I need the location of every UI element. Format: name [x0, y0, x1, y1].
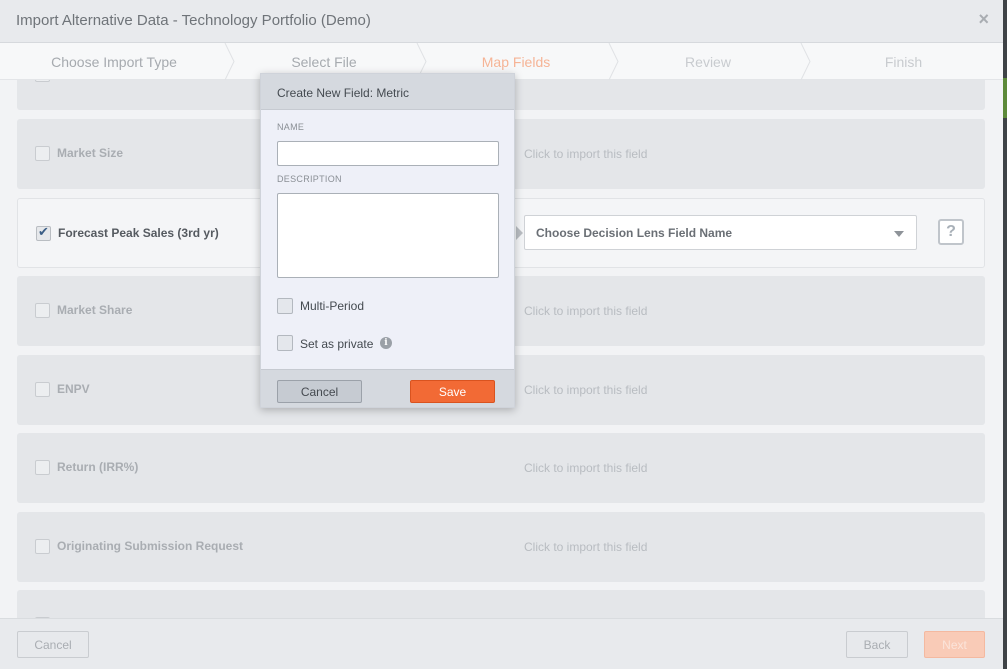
- field-checkbox[interactable]: [35, 303, 50, 318]
- field-checkbox[interactable]: [35, 460, 50, 475]
- info-icon[interactable]: i: [380, 337, 392, 349]
- import-hint[interactable]: Click to import this field: [524, 304, 647, 318]
- step-separator-icon: [608, 43, 619, 80]
- step-choose-import-type[interactable]: Choose Import Type: [0, 43, 228, 80]
- checkmark-icon: ✔: [38, 224, 49, 239]
- cancel-button[interactable]: Cancel: [17, 631, 89, 658]
- title-bar: Import Alternative Data - Technology Por…: [0, 0, 1003, 43]
- step-separator-icon: [224, 43, 235, 80]
- popup-cancel-button[interactable]: Cancel: [277, 380, 362, 403]
- multi-period-checkbox[interactable]: [277, 298, 293, 314]
- arrow-right-icon: [516, 226, 523, 240]
- description-label: DESCRIPTION: [277, 174, 342, 184]
- import-hint[interactable]: Click to import this field: [524, 383, 647, 397]
- field-label: ENPV: [57, 382, 90, 396]
- modal-footer: Cancel Back Next: [0, 618, 1003, 669]
- field-name-select[interactable]: Choose Decision Lens Field Name: [524, 215, 917, 250]
- name-input[interactable]: [277, 141, 499, 166]
- field-label: Originating Submission Request: [57, 539, 244, 553]
- private-label[interactable]: Set as private: [300, 337, 373, 351]
- create-field-popup: Create New Field: Metric NAME DESCRIPTIO…: [260, 73, 515, 408]
- background-accent: [1003, 78, 1007, 118]
- field-label: Return (IRR%): [57, 460, 139, 474]
- field-label: Market Size: [57, 146, 124, 160]
- popup-title: Create New Field: Metric: [277, 86, 410, 100]
- chevron-down-icon: [894, 231, 904, 237]
- field-checkbox[interactable]: [35, 539, 50, 554]
- import-hint[interactable]: Click to import this field: [524, 540, 647, 554]
- select-value: Choose Decision Lens Field Name: [536, 226, 733, 240]
- background-window-edge: [1003, 0, 1007, 669]
- description-input[interactable]: [277, 193, 499, 278]
- question-icon[interactable]: ?: [938, 219, 964, 245]
- multi-period-label[interactable]: Multi-Period: [300, 299, 364, 313]
- field-label: Forecast Peak Sales (3rd yr): [58, 226, 219, 240]
- field-checkbox[interactable]: [35, 80, 50, 82]
- field-checkbox[interactable]: ✔: [36, 224, 51, 241]
- popup-save-button[interactable]: Save: [410, 380, 495, 403]
- import-hint[interactable]: Click to import this field: [524, 461, 647, 475]
- field-row-originating-submission-request[interactable]: Originating Submission Request Click to …: [17, 512, 985, 582]
- import-modal: Import Alternative Data - Technology Por…: [0, 0, 1003, 669]
- private-checkbox[interactable]: [277, 335, 293, 351]
- step-separator-icon: [800, 43, 811, 80]
- back-button[interactable]: Back: [846, 631, 908, 658]
- popup-footer: Cancel Save: [261, 369, 514, 407]
- window-title: Import Alternative Data - Technology Por…: [16, 12, 371, 29]
- field-checkbox[interactable]: [35, 146, 50, 161]
- next-button[interactable]: Next: [924, 631, 985, 658]
- field-label: Market Share: [57, 303, 133, 317]
- close-icon[interactable]: ×: [978, 9, 989, 30]
- step-finish: Finish: [884, 53, 923, 70]
- popup-header: Create New Field: Metric: [261, 74, 514, 110]
- field-row-return-irr[interactable]: Return (IRR%) Click to import this field: [17, 433, 985, 503]
- step-review: Review: [685, 53, 731, 70]
- import-hint[interactable]: Click to import this field: [524, 147, 647, 161]
- name-label: NAME: [277, 122, 305, 132]
- field-checkbox[interactable]: [35, 382, 50, 397]
- field-row[interactable]: [17, 590, 985, 618]
